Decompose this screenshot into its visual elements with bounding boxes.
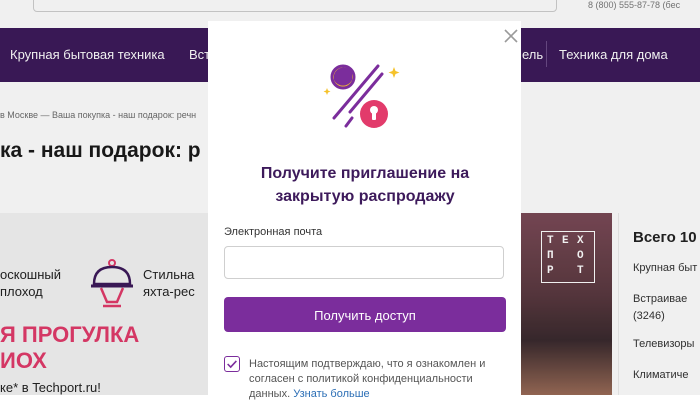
consent-text: Настоящим подтверждаю, что я ознакомлен … — [249, 357, 507, 402]
close-icon[interactable] — [503, 28, 519, 44]
get-access-button[interactable]: Получить доступ — [224, 297, 506, 332]
percent-lock-icon — [323, 64, 400, 128]
consent-checkbox[interactable] — [224, 356, 240, 372]
modal-title: Получите приглашение на закрытую распрод… — [260, 165, 470, 205]
email-field[interactable] — [224, 246, 504, 279]
email-label: Электронная почта — [224, 226, 323, 238]
learn-more-link[interactable]: Узнать больше — [293, 388, 369, 400]
page: 8 (800) 555-87-78 (бес Крупная бытовая т… — [0, 0, 700, 400]
checkmark-icon — [227, 360, 237, 369]
